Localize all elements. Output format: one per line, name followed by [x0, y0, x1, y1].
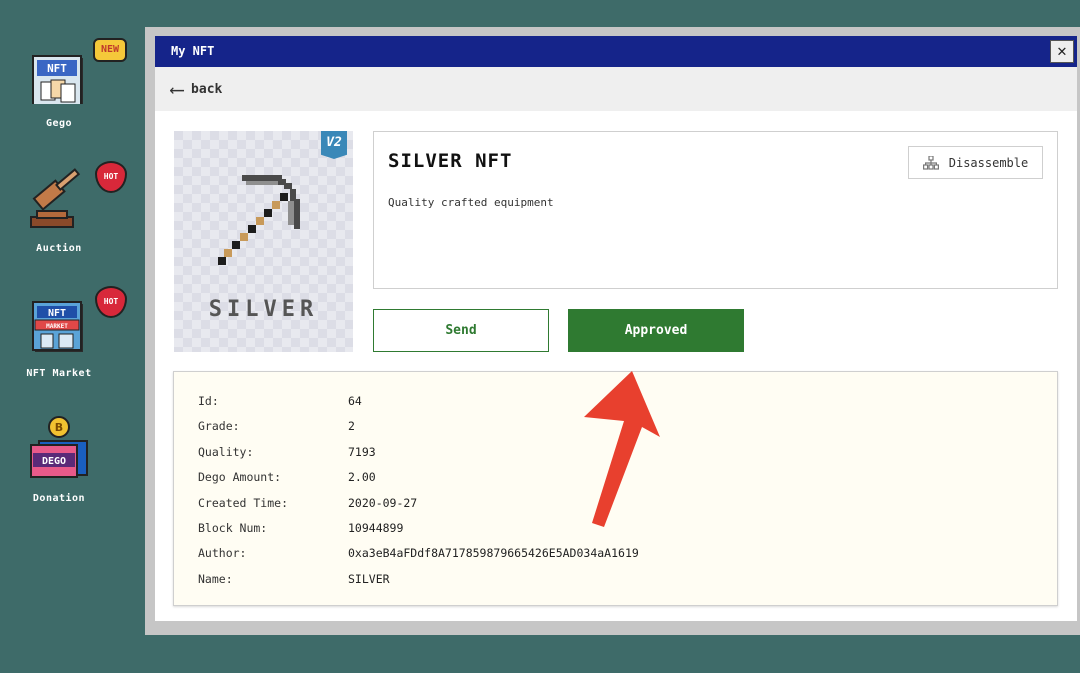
detail-key: Created Time: [198, 495, 289, 510]
detail-key: Name: [198, 571, 233, 586]
back-label: back [191, 81, 223, 97]
market-store-icon: NFT MARKET HOT [27, 286, 127, 354]
detail-value: 0xa3eB4aFDdf8A717859879665426E5AD034aA16… [348, 546, 639, 561]
detail-key: Dego Amount: [198, 470, 282, 485]
close-button[interactable]: ✕ [1050, 40, 1074, 63]
desktop-icon-label: Gego [45, 118, 73, 129]
detail-key: Block Num: [198, 520, 268, 535]
close-icon: ✕ [1057, 41, 1067, 60]
donation-box-icon: B DEGO [27, 415, 91, 479]
detail-key: Id: [198, 394, 219, 408]
pickaxe-icon [218, 175, 300, 265]
send-button[interactable]: Send [373, 309, 549, 352]
desktop-icon-nft-market[interactable]: NFT MARKET HOT NFT Market [14, 286, 127, 379]
svg-text:DEGO: DEGO [42, 456, 66, 467]
detail-value: 2.00 [348, 470, 376, 485]
approved-button[interactable]: Approved [568, 309, 744, 352]
gavel-icon: HOT [27, 161, 127, 229]
nft-image-title: SILVER [208, 297, 319, 322]
arrow-left-icon: ⟵ [171, 77, 184, 101]
detail-value: SILVER [348, 571, 390, 586]
nft-title: SILVER NFT [388, 150, 513, 172]
desktop-icon-label: Donation [32, 493, 86, 504]
svg-text:NFT: NFT [48, 308, 66, 319]
disassemble-button[interactable]: Disassemble [908, 146, 1043, 179]
svg-text:B: B [55, 421, 63, 434]
detail-value: 64 [348, 394, 362, 408]
new-badge: NEW [93, 38, 127, 62]
detail-value: 2020-09-27 [348, 495, 418, 510]
nft-info-panel: SILVER NFT Quality crafted equipment Dis… [373, 131, 1058, 289]
detail-value: 7193 [348, 444, 376, 459]
svg-text:NFT: NFT [47, 62, 67, 75]
window-titlebar[interactable]: My NFT ✕ [155, 36, 1077, 67]
desktop-icon-donation[interactable]: B DEGO Donation [14, 415, 104, 504]
nft-image: V2 SILVER [174, 131, 353, 352]
hierarchy-icon [922, 155, 939, 170]
detail-value: 2 [348, 419, 355, 434]
desktop-icon-label: NFT Market [26, 368, 92, 379]
desktop-icon-gego[interactable]: NFT NEW Gego [14, 38, 127, 129]
desktop-icon-auction[interactable]: HOT Auction [14, 161, 127, 254]
detail-row-name: Name: SILVER [198, 572, 1057, 597]
desktop-icon-label: Auction [36, 243, 82, 254]
detail-key: Grade: [198, 419, 240, 434]
hot-badge: HOT [95, 161, 127, 193]
hot-badge: HOT [95, 286, 127, 318]
nft-cards-icon: NFT NEW [27, 38, 127, 110]
window-title: My NFT [171, 44, 215, 58]
detail-key: Quality: [198, 444, 254, 459]
nft-description: Quality crafted equipment [388, 196, 554, 209]
detail-key: Author: [198, 546, 247, 561]
disassemble-label: Disassemble [948, 155, 1029, 170]
detail-row-author: Author: 0xa3eB4aFDdf8A717859879665426E5A… [198, 546, 1057, 571]
annotation-arrow-icon [584, 371, 660, 527]
back-button[interactable]: ⟵ back [155, 67, 1077, 111]
detail-value: 10944899 [348, 520, 404, 535]
svg-text:MARKET: MARKET [46, 323, 68, 330]
